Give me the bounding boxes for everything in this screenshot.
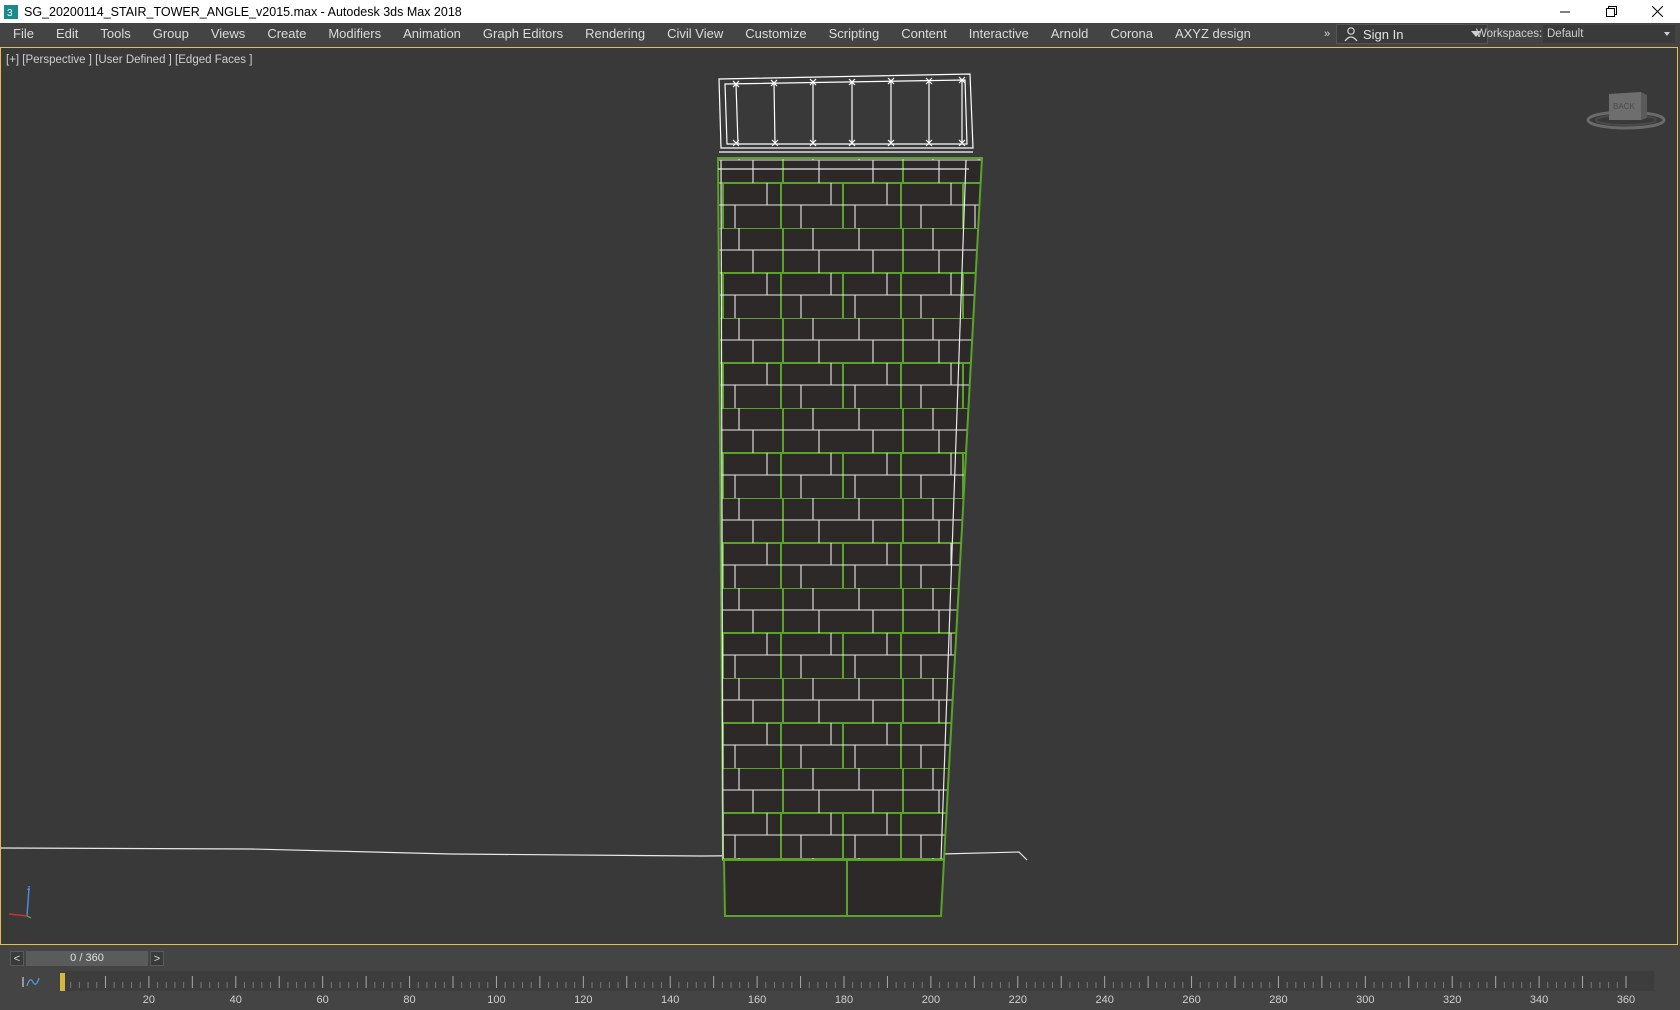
workspaces-label: Workspaces: bbox=[1476, 28, 1543, 40]
axis-gizmo-icon: z bbox=[8, 885, 32, 919]
menu-item-interactive[interactable]: Interactive bbox=[960, 23, 1042, 45]
sign-in-dropdown[interactable]: Sign In bbox=[1336, 24, 1488, 44]
railing-vertex-markers bbox=[732, 76, 966, 147]
current-frame-marker[interactable] bbox=[60, 973, 65, 991]
workspace-select[interactable]: Default bbox=[1543, 25, 1675, 43]
restore-icon bbox=[1605, 6, 1617, 17]
viewcube-face-label: BACK bbox=[1613, 102, 1635, 111]
timeline-tick-label: 300 bbox=[1356, 994, 1374, 1006]
menu-item-scripting[interactable]: Scripting bbox=[820, 23, 893, 45]
close-icon bbox=[1651, 6, 1663, 17]
timeline-tick-label: 160 bbox=[748, 994, 766, 1006]
menu-item-group[interactable]: Group bbox=[144, 23, 202, 45]
timeline-tick-label: 140 bbox=[661, 994, 679, 1006]
menu-item-file[interactable]: File bbox=[4, 23, 47, 45]
timeline-tick-label: 60 bbox=[317, 994, 329, 1006]
viewport-label[interactable]: [+] [Perspective ] [User Defined ] [Edge… bbox=[6, 54, 252, 66]
menu-item-axyz-design[interactable]: AXYZ design bbox=[1166, 23, 1264, 45]
menu-items: File Edit Tools Group Views Create Modifiers An… bbox=[0, 23, 1264, 45]
tower-brick-wall[interactable] bbox=[718, 158, 982, 860]
top-railing[interactable] bbox=[718, 73, 974, 153]
menu-overflow-button[interactable]: » bbox=[1320, 23, 1334, 45]
next-frame-button[interactable]: > bbox=[150, 951, 164, 966]
window-controls bbox=[1542, 0, 1680, 23]
menu-item-create[interactable]: Create bbox=[258, 23, 319, 45]
timeline-tick-label: 240 bbox=[1095, 994, 1113, 1006]
timeline-tick-label: 260 bbox=[1182, 994, 1200, 1006]
scene-canvas[interactable] bbox=[1, 48, 1677, 944]
restore-button[interactable] bbox=[1588, 0, 1634, 23]
chevron-down-icon bbox=[1664, 32, 1670, 36]
viewcube-icon[interactable]: BACK bbox=[1583, 86, 1669, 136]
minimize-icon bbox=[1560, 11, 1570, 12]
menu-item-animation[interactable]: Animation bbox=[394, 23, 474, 45]
timeline-tick-label: 180 bbox=[835, 994, 853, 1006]
timeline-tick-label: 360 bbox=[1617, 994, 1635, 1006]
timeline-ruler[interactable]: 20 40 60 80 100 120 140 160 180 200 220 240 260 280 30… bbox=[0, 968, 1680, 1010]
timeline-tick-label: 40 bbox=[230, 994, 242, 1006]
timeline-tick-label: 100 bbox=[487, 994, 505, 1006]
timeline-tick-label: 320 bbox=[1443, 994, 1461, 1006]
time-slider[interactable]: 0 / 360 bbox=[26, 951, 148, 966]
foundation-block[interactable] bbox=[722, 859, 946, 917]
menu-item-civil-view[interactable]: Civil View bbox=[658, 23, 736, 45]
timeline-tick-label: 80 bbox=[403, 994, 415, 1006]
menu-bar: File Edit Tools Group Views Create Modifiers An… bbox=[0, 23, 1680, 45]
timeline-tick-label: 280 bbox=[1269, 994, 1287, 1006]
timeline-tick-label: 340 bbox=[1530, 994, 1548, 1006]
app-logo-icon: 3 bbox=[4, 4, 18, 19]
track-bar[interactable]: 20 40 60 80 100 120 140 160 180 200 220 240 260 280 30… bbox=[0, 968, 1680, 1010]
window-title: SG_20200114_STAIR_TOWER_ANGLE_v2015.max … bbox=[24, 4, 462, 19]
title-bar: 3 SG_20200114_STAIR_TOWER_ANGLE_v2015.ma… bbox=[0, 0, 1680, 23]
minimize-button[interactable] bbox=[1542, 0, 1588, 23]
timeline-tick-label: 200 bbox=[922, 994, 940, 1006]
menu-item-views[interactable]: Views bbox=[202, 23, 258, 45]
svg-text:z: z bbox=[27, 885, 31, 892]
sign-in-label: Sign In bbox=[1363, 26, 1404, 42]
menu-item-modifiers[interactable]: Modifiers bbox=[319, 23, 394, 45]
menu-item-graph-editors[interactable]: Graph Editors bbox=[474, 23, 576, 45]
menu-item-corona[interactable]: Corona bbox=[1101, 23, 1166, 45]
menu-item-arnold[interactable]: Arnold bbox=[1042, 23, 1102, 45]
menu-item-edit[interactable]: Edit bbox=[47, 23, 91, 45]
prev-frame-button[interactable]: < bbox=[10, 951, 24, 966]
workspace-value: Default bbox=[1547, 28, 1584, 40]
timeline-tick-label: 220 bbox=[1009, 994, 1027, 1006]
user-icon bbox=[1344, 27, 1358, 42]
perspective-viewport[interactable]: [+] [Perspective ] [User Defined ] [Edge… bbox=[0, 47, 1678, 945]
timeline-tick-label: 20 bbox=[143, 994, 155, 1006]
time-slider-bar: < 0 / 360 > bbox=[0, 946, 1680, 968]
menu-item-tools[interactable]: Tools bbox=[91, 23, 143, 45]
menu-item-rendering[interactable]: Rendering bbox=[576, 23, 658, 45]
close-button[interactable] bbox=[1634, 0, 1680, 23]
svg-text:3: 3 bbox=[7, 8, 13, 19]
menu-item-customize[interactable]: Customize bbox=[736, 23, 819, 45]
timeline-tick-label: 120 bbox=[574, 994, 592, 1006]
menu-item-content[interactable]: Content bbox=[892, 23, 960, 45]
